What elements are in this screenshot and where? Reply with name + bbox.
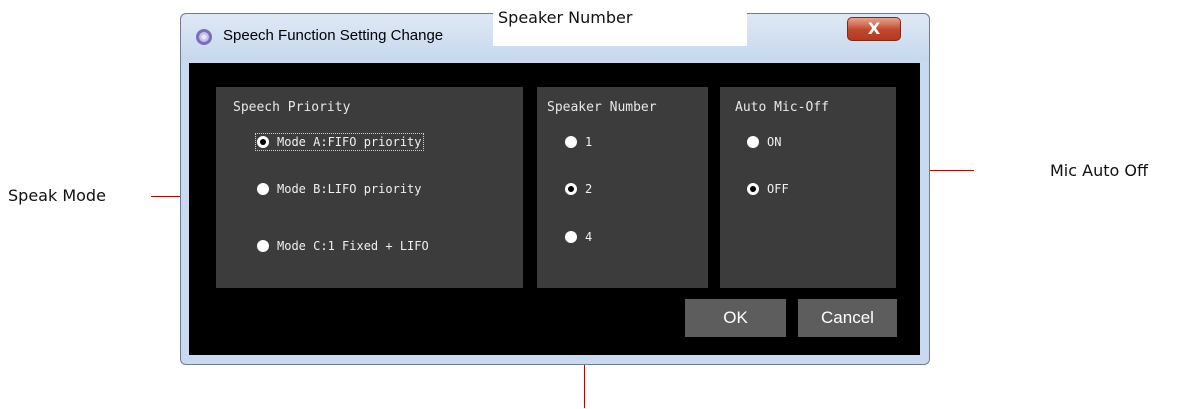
speech-priority-panel: Speech Priority Mode A:FIFO priority Mod…	[216, 87, 523, 288]
annotation-speak-mode: Speak Mode	[8, 186, 106, 205]
auto-mic-off-panel: Auto Mic-Off ON OFF	[720, 87, 896, 288]
close-icon: X	[867, 19, 881, 38]
mode-c-radio[interactable]: Mode C:1 Fixed + LIFO	[257, 239, 429, 253]
radio-checked-icon	[747, 183, 759, 195]
close-button[interactable]: X	[847, 17, 901, 41]
radio-checked-icon	[565, 183, 577, 195]
speaker-4-label: 4	[585, 230, 593, 244]
radio-checked-icon	[257, 136, 269, 148]
speaker-number-panel: Speaker Number 1 2 4	[537, 87, 708, 288]
mode-a-label: Mode A:FIFO priority	[277, 135, 422, 149]
auto-mic-off-title: Auto Mic-Off	[735, 100, 829, 115]
mic-off-label: OFF	[767, 182, 789, 196]
mic-on-label: ON	[767, 135, 782, 149]
mic-on-radio[interactable]: ON	[747, 135, 781, 149]
dialog-window: Speech Function Setting Change X Speech …	[180, 13, 930, 365]
speech-priority-title: Speech Priority	[233, 100, 351, 115]
radio-unchecked-icon	[257, 240, 269, 252]
cancel-button[interactable]: Cancel	[798, 299, 897, 337]
radio-unchecked-icon	[565, 136, 577, 148]
speaker-2-label: 2	[585, 182, 593, 196]
speaker-4-radio[interactable]: 4	[565, 230, 592, 244]
ok-button[interactable]: OK	[685, 299, 786, 337]
radio-unchecked-icon	[257, 183, 269, 195]
app-gear-icon	[196, 29, 212, 45]
speaker-2-radio[interactable]: 2	[565, 182, 592, 196]
annotation-mic-auto-off: Mic Auto Off	[1050, 161, 1148, 180]
speaker-1-label: 1	[585, 135, 593, 149]
speaker-number-title: Speaker Number	[547, 100, 657, 115]
annotation-box-speaker-number: Speaker Number	[493, 0, 747, 46]
mode-b-label: Mode B:LIFO priority	[277, 182, 422, 196]
mode-a-radio[interactable]: Mode A:FIFO priority	[255, 133, 424, 151]
radio-unchecked-icon	[565, 231, 577, 243]
mic-off-radio[interactable]: OFF	[747, 182, 789, 196]
speaker-1-radio[interactable]: 1	[565, 135, 592, 149]
annotation-speaker-number: Speaker Number	[498, 8, 633, 27]
mode-c-label: Mode C:1 Fixed + LIFO	[277, 239, 429, 253]
window-title: Speech Function Setting Change	[223, 27, 444, 44]
mode-b-radio[interactable]: Mode B:LIFO priority	[257, 182, 422, 196]
dialog-body: Speech Priority Mode A:FIFO priority Mod…	[189, 63, 920, 355]
radio-unchecked-icon	[747, 136, 759, 148]
